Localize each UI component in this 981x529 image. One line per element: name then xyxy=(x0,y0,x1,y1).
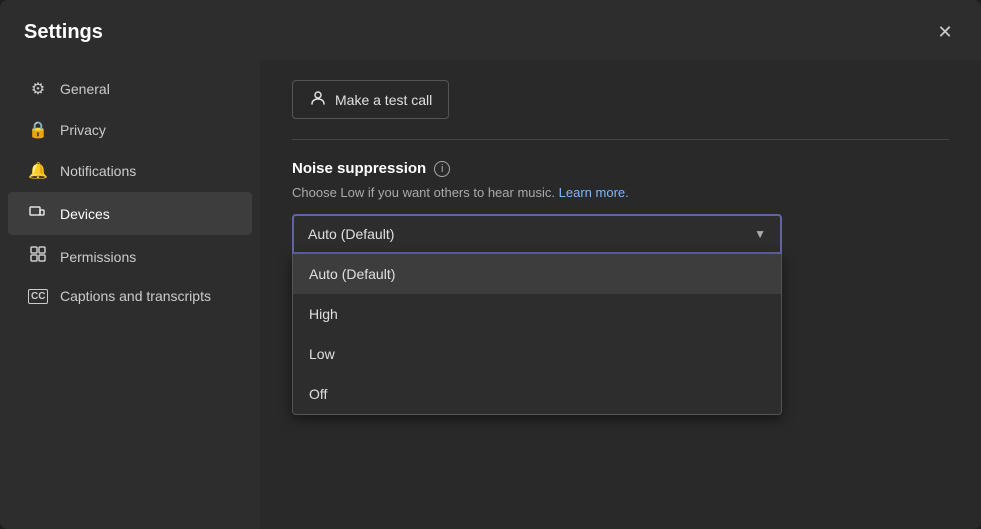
sidebar-item-label: Permissions xyxy=(60,249,136,265)
cc-icon: CC xyxy=(28,289,48,304)
dropdown-option-auto[interactable]: Auto (Default) xyxy=(293,254,781,294)
sidebar-item-label: Captions and transcripts xyxy=(60,288,211,304)
test-call-label: Make a test call xyxy=(335,92,432,108)
sidebar-item-label: Devices xyxy=(60,206,110,222)
bell-icon: 🔔 xyxy=(28,161,48,181)
test-call-button[interactable]: Make a test call xyxy=(292,80,449,119)
dropdown-option-off[interactable]: Off xyxy=(293,374,781,414)
chevron-down-icon: ▼ xyxy=(754,227,766,241)
content-area: ⚙ General 🔒 Privacy 🔔 Notifications xyxy=(0,60,981,529)
noise-description: Choose Low if you want others to hear mu… xyxy=(292,185,949,200)
noise-suppression-dropdown[interactable]: Auto (Default) ▼ Auto (Default) High Low… xyxy=(292,214,782,254)
sidebar-item-captions[interactable]: CC Captions and transcripts xyxy=(8,278,252,314)
window-title: Settings xyxy=(24,21,103,44)
test-call-icon xyxy=(309,89,327,110)
sidebar-item-label: Notifications xyxy=(60,163,136,179)
main-content: Make a test call Noise suppression i Cho… xyxy=(260,60,981,529)
learn-more-link[interactable]: Learn more. xyxy=(559,185,629,200)
title-bar: Settings ✕ xyxy=(0,0,981,60)
settings-window: Settings ✕ ⚙ General 🔒 Privacy 🔔 Notific… xyxy=(0,0,981,529)
info-icon[interactable]: i xyxy=(434,161,450,177)
lock-icon: 🔒 xyxy=(28,120,48,140)
dropdown-option-low[interactable]: Low xyxy=(293,334,781,374)
devices-icon xyxy=(28,202,48,225)
divider xyxy=(292,139,949,140)
sidebar: ⚙ General 🔒 Privacy 🔔 Notifications xyxy=(0,60,260,529)
gear-icon: ⚙ xyxy=(28,79,48,99)
sidebar-item-notifications[interactable]: 🔔 Notifications xyxy=(8,151,252,191)
sidebar-item-label: Privacy xyxy=(60,122,106,138)
dropdown-selected[interactable]: Auto (Default) ▼ xyxy=(292,214,782,254)
grid-icon xyxy=(28,246,48,267)
sidebar-item-label: General xyxy=(60,81,110,97)
noise-suppression-header: Noise suppression i xyxy=(292,160,949,177)
dropdown-list: Auto (Default) High Low Off xyxy=(292,254,782,415)
dropdown-value: Auto (Default) xyxy=(308,226,394,242)
close-button[interactable]: ✕ xyxy=(929,16,961,48)
noise-suppression-title: Noise suppression xyxy=(292,160,426,177)
sidebar-item-permissions[interactable]: Permissions xyxy=(8,236,252,277)
dropdown-option-high[interactable]: High xyxy=(293,294,781,334)
sidebar-item-privacy[interactable]: 🔒 Privacy xyxy=(8,110,252,150)
sidebar-item-general[interactable]: ⚙ General xyxy=(8,69,252,109)
sidebar-item-devices[interactable]: Devices xyxy=(8,192,252,235)
